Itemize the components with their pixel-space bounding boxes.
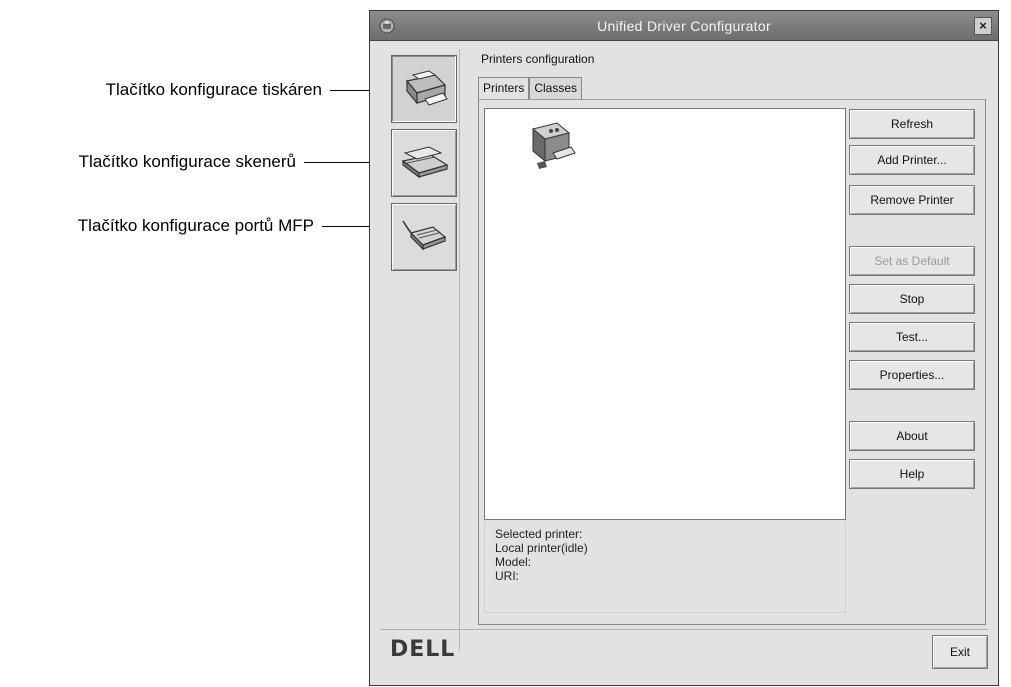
scanners-config-button[interactable]: [391, 129, 457, 197]
port-icon: [399, 213, 449, 262]
selected-printer-info: Selected printer: Local printer(idle) Mo…: [484, 521, 846, 613]
selected-printer-status: Local printer(idle): [495, 541, 588, 555]
divider: [380, 629, 988, 630]
selected-printer-model: Model:: [495, 555, 532, 569]
callout-scanners-text: Tlačítko konfigurace skenerů: [78, 152, 296, 171]
group-label: Printers configuration: [481, 52, 595, 66]
exit-button[interactable]: Exit: [932, 635, 988, 669]
stop-button[interactable]: Stop: [849, 284, 975, 314]
scanner-icon: [399, 139, 449, 188]
help-button[interactable]: Help: [849, 459, 975, 489]
printer-icon: [531, 122, 576, 169]
dell-logo: DELL: [390, 637, 456, 662]
properties-button[interactable]: Properties...: [849, 360, 975, 390]
printer-list[interactable]: [484, 108, 846, 520]
title-bar[interactable]: Unified Driver Configurator ×: [370, 11, 998, 41]
printer-icon: [399, 65, 449, 114]
tab-printers[interactable]: Printers: [478, 77, 530, 100]
remove-printer-button[interactable]: Remove Printer: [849, 185, 975, 215]
callout-scanners: Tlačítko konfigurace skenerů: [0, 151, 388, 173]
window-title: Unified Driver Configurator: [597, 18, 771, 34]
test-button[interactable]: Test...: [849, 322, 975, 352]
about-button[interactable]: About: [849, 421, 975, 451]
add-printer-button[interactable]: Add Printer...: [849, 145, 975, 175]
callout-printers-text: Tlačítko konfigurace tiskáren: [105, 80, 322, 99]
set-as-default-button[interactable]: Set as Default: [849, 246, 975, 276]
refresh-button[interactable]: Refresh: [849, 109, 975, 139]
callout-ports-text: Tlačítko konfigurace portů MFP: [77, 216, 314, 235]
tab-bar: Printers Classes: [478, 77, 583, 100]
tab-classes[interactable]: Classes: [529, 77, 583, 99]
ports-config-button[interactable]: [391, 203, 457, 271]
selected-printer-heading: Selected printer:: [495, 527, 583, 541]
callout-printers: Tlačítko konfigurace tiskáren: [0, 79, 388, 101]
close-icon[interactable]: ×: [974, 17, 992, 35]
printers-config-button[interactable]: [391, 55, 457, 123]
configurator-window: Unified Driver Configurator × Printers c…: [369, 10, 999, 686]
callout-ports: Tlačítko konfigurace portů MFP: [0, 215, 388, 237]
selected-printer-uri: URI:: [495, 569, 519, 583]
printer-list-item[interactable]: [523, 119, 579, 171]
